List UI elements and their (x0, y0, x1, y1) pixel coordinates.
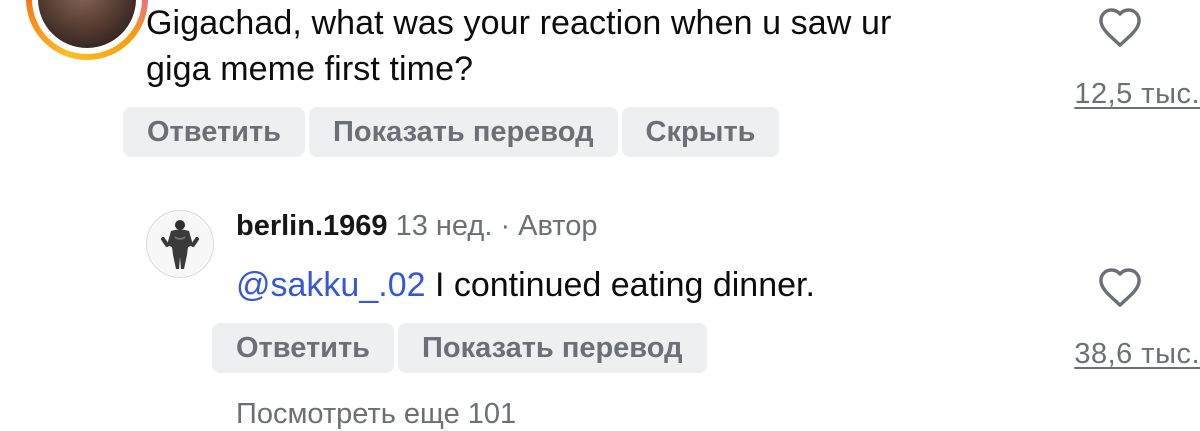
comment-line-1: Gigachad, what was your reaction when u … (146, 4, 892, 42)
reply-like-count[interactable]: 38,6 тыс. (1074, 338, 1200, 371)
reply-body: @sakku_.02 I continued eating dinner. (236, 262, 815, 308)
reply-header: berlin.1969 13 нед. · Автор (236, 210, 597, 243)
comment-line-2: giga meme first time? (146, 50, 474, 88)
show-translation-button[interactable]: Показать перевод (309, 107, 618, 157)
reply-username[interactable]: berlin.1969 (236, 210, 388, 242)
reply-meta: 13 нед. · Автор (387, 210, 598, 242)
reply-text: I continued eating dinner. (425, 266, 815, 304)
like-count[interactable]: 12,5 тыс. (1074, 78, 1200, 111)
heart-icon[interactable] (1097, 6, 1143, 48)
comment-actions: Ответить Показать перевод Скрыть (123, 107, 780, 157)
reply-avatar[interactable] (146, 210, 214, 278)
commenter-avatar[interactable] (26, 0, 148, 60)
mention-link[interactable]: @sakku_.02 (236, 266, 426, 304)
reply-button[interactable]: Ответить (123, 107, 306, 157)
show-translation-button[interactable]: Показать перевод (398, 323, 707, 373)
bodybuilder-avatar-image (147, 211, 213, 277)
heart-icon[interactable] (1097, 266, 1143, 308)
hide-button[interactable]: Скрыть (621, 107, 780, 157)
reply-button[interactable]: Ответить (212, 323, 395, 373)
reply-actions: Ответить Показать перевод (212, 323, 707, 373)
comment-body: Gigachad, what was your reaction when u … (146, 0, 1046, 92)
